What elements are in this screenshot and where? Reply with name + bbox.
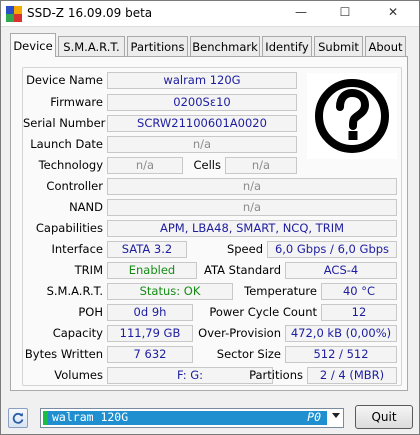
interface-label: Interface [51, 242, 104, 256]
over-provision-value: 472,0 kB (0,00%) [285, 325, 397, 342]
tab-device[interactable]: Device [10, 33, 56, 57]
partitions-label: Partitions [249, 368, 303, 382]
device-name-label: Device Name [26, 73, 103, 87]
volumes-label: Volumes [54, 368, 103, 382]
chevron-down-icon[interactable] [332, 413, 340, 418]
tab-about[interactable]: About [365, 36, 406, 56]
question-mark-icon [307, 73, 397, 159]
launch-date-label: Launch Date [30, 137, 103, 151]
bytes-written-value: 7 632 [107, 346, 193, 363]
selected-device-slot: P0 [307, 410, 321, 424]
tab-identify[interactable]: Identify [262, 36, 312, 56]
partitions-value: 2 / 4 (MBR) [307, 367, 397, 384]
power-cycle-count-label: Power Cycle Count [209, 305, 317, 319]
maximize-button[interactable]: ☐ [323, 1, 367, 23]
cells-value: n/a [225, 157, 297, 174]
device-selector-dropdown[interactable]: walram 120G P0 [40, 408, 344, 428]
device-name-value: walram 120G [107, 72, 297, 89]
smart-label: S.M.A.R.T. [46, 284, 103, 298]
capacity-label: Capacity [52, 326, 103, 340]
interface-value: SATA 3.2 [107, 241, 187, 258]
quit-button[interactable]: Quit [355, 405, 413, 429]
ata-standard-value: ACS-4 [285, 262, 397, 279]
over-provision-label: Over-Provision [198, 326, 281, 340]
nand-value: n/a [107, 199, 397, 216]
selected-device-highlight: walram 120G P0 [43, 410, 327, 425]
capabilities-label: Capabilities [35, 221, 103, 235]
nand-label: NAND [69, 200, 103, 214]
serial-number-value: SCRW21100601A0020 [107, 115, 297, 132]
trim-label: TRIM [74, 263, 103, 277]
tab-smart[interactable]: S.M.A.R.T. [58, 36, 125, 56]
capabilities-value: APM, LBA48, SMART, NCQ, TRIM [107, 220, 397, 237]
app-window: SSD-Z 16.09.09 beta — ☐ ✕ Device S.M.A.R… [0, 0, 420, 435]
tab-benchmark[interactable]: Benchmark [190, 36, 260, 56]
serial-number-label: Serial Number [23, 116, 106, 130]
selected-device-name: walram 120G [52, 410, 129, 424]
controller-value: n/a [107, 178, 397, 195]
bytes-written-label: Bytes Written [24, 347, 103, 361]
refresh-button[interactable] [8, 408, 28, 428]
speed-label: Speed [226, 242, 263, 256]
tab-partitions[interactable]: Partitions [127, 36, 188, 56]
capacity-value: 111,79 GB [107, 325, 193, 342]
temperature-label: Temperature [244, 284, 317, 298]
trim-value: Enabled [107, 262, 197, 279]
firmware-value: 0200Sε10 [107, 94, 297, 111]
close-button[interactable]: ✕ [367, 1, 419, 23]
bottom-bar: walram 120G P0 Quit [1, 401, 419, 434]
minimize-button[interactable]: — [279, 1, 323, 23]
speed-value: 6,0 Gbps / 6,0 Gbps [267, 241, 397, 258]
title-bar: SSD-Z 16.09.09 beta — ☐ ✕ [1, 1, 419, 27]
sector-size-label: Sector Size [216, 347, 281, 361]
power-cycle-count-value: 12 [321, 304, 397, 321]
temperature-value: 40 °C [321, 283, 397, 300]
app-logo-icon [6, 6, 22, 22]
controller-label: Controller [46, 179, 103, 193]
firmware-label: Firmware [50, 95, 103, 109]
poh-value: 0d 9h [107, 304, 193, 321]
technology-value: n/a [107, 157, 183, 174]
launch-date-value: n/a [107, 136, 297, 153]
ata-standard-label: ATA Standard [204, 263, 281, 277]
refresh-icon [12, 412, 24, 424]
tab-submit[interactable]: Submit [314, 36, 363, 56]
cells-label: Cells [193, 158, 222, 172]
sector-size-value: 512 / 512 [285, 346, 397, 363]
technology-label: Technology [38, 158, 103, 172]
smart-status-value: Status: OK [107, 283, 233, 300]
poh-label: POH [78, 305, 103, 319]
window-title: SSD-Z 16.09.09 beta [27, 6, 153, 20]
device-status-stripe [43, 411, 48, 425]
